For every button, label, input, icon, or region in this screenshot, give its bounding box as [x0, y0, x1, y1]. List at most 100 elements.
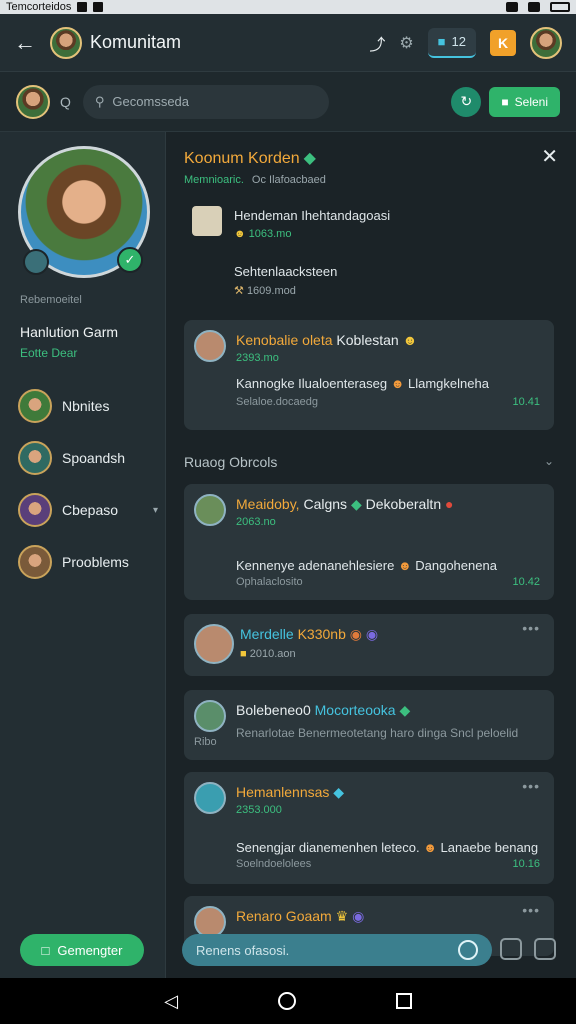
message-author: Meaidoby, Calgns ◆ Dekoberaltn ●	[236, 496, 454, 512]
more-options-icon[interactable]	[534, 938, 556, 960]
app-bar: ← Komunitam ⤴ ⚙ ■ 12 K	[0, 14, 576, 72]
arrow-left-icon[interactable]: ←	[14, 30, 50, 56]
message-card[interactable]: Kenobalie oleta Koblestan ☻ 2393.mo Kann…	[184, 320, 554, 430]
refresh-icon[interactable]: ↻	[451, 86, 482, 117]
sidebar-item-prooblems[interactable]: Prooblems	[18, 536, 158, 588]
attach-icon[interactable]	[500, 938, 522, 960]
profile-hero-avatar[interactable]: ✓	[18, 146, 150, 278]
sidebar-item-nbnites[interactable]: Nbnites	[18, 380, 158, 432]
select-button[interactable]: ■ Seleni	[489, 86, 560, 117]
document-icon: □	[41, 942, 50, 958]
message-time: 10.16	[512, 858, 540, 870]
avatar	[18, 545, 52, 579]
profile-avatar[interactable]	[530, 26, 562, 59]
notification-icon	[77, 2, 88, 12]
select-label: Seleni	[514, 94, 548, 109]
main-panel: Koonum Korden ◆ ✕ Memnioaric. Oc Ilafoacba…	[166, 132, 576, 978]
sword-icon	[23, 249, 49, 275]
avatar	[194, 700, 226, 732]
message-author: Merdelle K330nb ◉ ◉	[240, 626, 379, 642]
avatar	[194, 782, 226, 814]
messages-tab[interactable]: ■ 12	[427, 27, 476, 58]
avatar	[194, 624, 234, 664]
more-icon[interactable]: •••	[522, 778, 540, 794]
check-icon	[93, 2, 104, 12]
sidebar-item-label: Prooblems	[62, 554, 129, 570]
sidebar-item-cbepaso[interactable]: Cbepaso ▾	[18, 484, 158, 536]
battery-icon	[550, 2, 570, 12]
home-icon[interactable]	[277, 992, 296, 1010]
crown-icon: ♛	[335, 908, 349, 924]
status-bar: Temcorteidos	[0, 0, 576, 14]
crystal-icon: ◉	[352, 908, 365, 924]
more-icon[interactable]: •••	[522, 902, 540, 918]
shield-icon: ◉	[349, 626, 362, 642]
section-header[interactable]: Ruaog Obrcols ⌄	[184, 454, 554, 470]
new-button[interactable]: □ Gemengter	[20, 934, 144, 966]
section-title: Ruaog Obrcols	[184, 454, 278, 470]
message-date: 2353.000	[236, 804, 282, 816]
user-avatar[interactable]	[16, 84, 50, 119]
status-icons	[506, 2, 570, 12]
recents-icon[interactable]	[395, 993, 412, 1009]
avatar	[194, 494, 226, 526]
message-card[interactable]: Hemanlennsas ◆ 2353.000 Senengjar dianem…	[184, 772, 554, 884]
back-icon[interactable]: ◁	[164, 991, 178, 1012]
sidebar-item-spoandsh[interactable]: Spoandsh	[18, 432, 158, 484]
message-foot: Ophalaclosito	[236, 576, 303, 588]
message-time: 10.41	[512, 396, 540, 408]
close-icon[interactable]: ✕	[541, 144, 558, 169]
emoji-icon: ☻	[423, 840, 437, 855]
heart-icon: ●	[445, 496, 454, 512]
appbar-actions: ⤴ ⚙ ■ 12 K	[369, 26, 562, 59]
message-foot: Selaloe.docaedg	[236, 396, 318, 408]
file-title: Sehtenlaacksteen	[234, 264, 338, 279]
message-author: Bolebeneo0 Mocorteooka ◆	[236, 702, 411, 718]
gear-icon[interactable]: ⚙	[399, 33, 413, 53]
file-icon	[192, 206, 222, 236]
search-placeholder: Gecomsseda	[112, 94, 190, 109]
crystal-icon: ◉	[365, 626, 379, 642]
avatar	[18, 389, 52, 423]
message-foot: Ribo	[194, 736, 217, 748]
kanban-icon[interactable]: K	[490, 29, 516, 56]
more-icon[interactable]: •••	[522, 620, 540, 636]
file-item[interactable]: Sehtenlaacksteen ⚒ 1609.mod	[192, 262, 552, 302]
message-placeholder: Renens ofasosi.	[196, 942, 290, 958]
message-card[interactable]: Bolebeneo0 Mocorteooka ◆ Renarlotae Bene…	[184, 690, 554, 760]
gem-icon: ◆	[399, 702, 411, 718]
conversation-meta: Memnioaric. Oc Ilafoacbaed	[184, 174, 326, 186]
file-title: Hendeman Ihehtandagoasi	[234, 208, 391, 223]
chevron-down-icon[interactable]: ⌄	[544, 454, 554, 468]
file-item[interactable]: Hendeman Ihehtandagoasi ☻ 1063.mo	[192, 206, 552, 246]
message-author: Kenobalie oleta Koblestan ☻	[236, 332, 418, 348]
pin-icon[interactable]: ⤴	[369, 31, 385, 55]
search-input[interactable]: ⚲ Gecomsseda	[82, 84, 329, 119]
file-size: ⚒ 1609.mod	[234, 285, 296, 297]
page-title: Komunitam	[90, 32, 182, 52]
file-size: ☻ 1063.mo	[234, 228, 292, 240]
message-date: 2393.mo	[236, 352, 279, 364]
select-icon: ■	[501, 94, 509, 109]
message-input[interactable]: Renens ofasosi.	[182, 934, 492, 966]
sidebar-item-label: Cbepaso	[62, 502, 119, 518]
profile-role: Eotte Dear	[20, 346, 78, 360]
folder-icon: ■	[437, 34, 446, 49]
status-text: Temcorteidos	[6, 1, 72, 13]
tool-icon: ⚒	[234, 285, 244, 297]
message-card[interactable]: Merdelle K330nb ◉ ◉ ■ 2010.aon •••	[184, 614, 554, 676]
gem-icon: ◆	[303, 150, 316, 167]
verified-icon: ✓	[117, 247, 143, 273]
message-date: ■ 2010.aon	[240, 648, 296, 660]
emoji-icon: ☻	[397, 558, 412, 573]
messages-count: 12	[451, 34, 466, 49]
message-card[interactable]: Meaidoby, Calgns ◆ Dekoberaltn ● 2063.no…	[184, 484, 554, 600]
search-q-label: Q	[60, 93, 71, 110]
location-icon	[506, 2, 518, 12]
message-body: Kannogke Ilualoenteraseg ☻ Llamgkelneha	[236, 376, 489, 391]
send-icon[interactable]	[458, 940, 478, 960]
chevron-down-icon[interactable]: ▾	[153, 505, 158, 516]
avatar[interactable]	[50, 26, 82, 59]
avatar	[18, 493, 52, 527]
avatar	[18, 441, 52, 475]
